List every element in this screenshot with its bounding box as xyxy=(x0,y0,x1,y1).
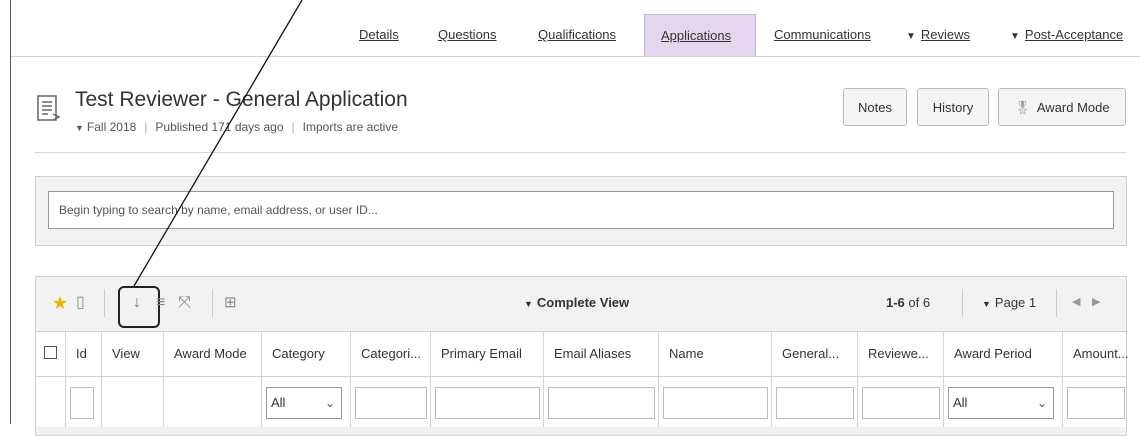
search-input[interactable] xyxy=(48,191,1114,229)
column-header[interactable]: Amount... xyxy=(1063,332,1129,376)
toolbar-separator xyxy=(962,289,963,317)
column-header-row: Id View Award Mode Category Categori... … xyxy=(36,331,1129,377)
tab-post-acceptance[interactable]: ▼ Post-Acceptance xyxy=(1010,14,1123,56)
column-header[interactable]: View xyxy=(102,332,164,376)
pager-range: 1-6 xyxy=(886,295,905,310)
toolbar-separator xyxy=(1056,289,1057,317)
filter-cell xyxy=(659,377,772,427)
tab-reviews-label: Reviews xyxy=(920,27,971,42)
select-all-checkbox[interactable] xyxy=(44,346,57,359)
window-left-border xyxy=(10,0,11,424)
tab-questions[interactable]: Questions xyxy=(438,14,497,56)
page-label: Page 1 xyxy=(994,295,1037,310)
column-header[interactable]: Reviewe... xyxy=(858,332,944,376)
caret-down-icon: ▼ xyxy=(75,123,84,133)
sidebar-toggle-icon[interactable]: ▯ xyxy=(76,293,85,313)
caret-down-icon: ▼ xyxy=(524,299,533,309)
pager-total: of 6 xyxy=(908,295,931,310)
filter-cell: All ⌄ xyxy=(944,377,1063,427)
chevron-down-icon: ⌄ xyxy=(1036,396,1047,410)
term-label: Fall 2018 xyxy=(86,120,137,134)
page-selector[interactable]: ▼ Page 1 xyxy=(982,295,1036,310)
amount-filter-input[interactable] xyxy=(1067,387,1125,419)
separator: | xyxy=(291,120,295,134)
star-icon[interactable]: ★ xyxy=(52,293,68,313)
toolbar-separator xyxy=(104,289,105,317)
reviewer-filter-input[interactable] xyxy=(862,387,940,419)
expand-icon[interactable]: ⤧ xyxy=(178,293,191,313)
column-header[interactable]: Award Period xyxy=(944,332,1063,376)
tab-qualifications[interactable]: Qualifications xyxy=(538,14,616,56)
select-all-column xyxy=(36,332,66,376)
term-selector[interactable]: ▼ Fall 2018 xyxy=(75,120,136,134)
download-arrow-icon[interactable]: ↓ xyxy=(133,293,141,313)
filter-row: All ⌄ All ⌄ xyxy=(36,377,1126,427)
name-filter-input[interactable] xyxy=(663,387,768,419)
filter-cell xyxy=(66,377,102,427)
search-panel xyxy=(35,176,1127,246)
tab-details[interactable]: Details xyxy=(359,14,399,56)
id-filter-input[interactable] xyxy=(70,387,94,419)
applications-grid: ★ ▯ ↓ ≡ ⤧ ⊞ ▼ Complete View 1-6 of 6 ▼ Pag… xyxy=(35,276,1129,436)
page-subtitle: ▼ Fall 2018 | Published 171 days ago | Import… xyxy=(75,120,398,134)
filter-cell xyxy=(858,377,944,427)
primary-email-filter-input[interactable] xyxy=(435,387,540,419)
award-mode-button[interactable]: 🎖 Award Mode xyxy=(998,88,1126,126)
next-page-icon[interactable]: ▶ xyxy=(1092,295,1100,308)
filter-cell xyxy=(431,377,544,427)
column-header[interactable]: Primary Email xyxy=(431,332,544,376)
filter-cell xyxy=(772,377,858,427)
chevron-down-icon: ⌄ xyxy=(324,396,335,410)
filter-cell: All ⌄ xyxy=(262,377,351,427)
add-columns-icon[interactable]: ⊞ xyxy=(224,293,237,313)
imports-status: Imports are active xyxy=(302,120,399,134)
tab-bar-divider xyxy=(11,56,1140,57)
column-header[interactable]: Name xyxy=(659,332,772,376)
categories-filter-input[interactable] xyxy=(355,387,427,419)
email-aliases-filter-input[interactable] xyxy=(548,387,655,419)
grid-toolbar: ★ ▯ ↓ ≡ ⤧ ⊞ ▼ Complete View 1-6 of 6 ▼ Pag… xyxy=(36,277,1126,331)
caret-down-icon: ▼ xyxy=(1010,31,1020,42)
filter-cell xyxy=(544,377,659,427)
page-title: Test Reviewer - General Application xyxy=(75,88,408,111)
filter-cell xyxy=(1063,377,1126,427)
separator: | xyxy=(144,120,148,134)
caret-down-icon: ▼ xyxy=(906,31,916,42)
tab-applications[interactable]: Applications xyxy=(644,14,756,56)
filter-cell xyxy=(164,377,262,427)
header-divider xyxy=(35,152,1127,153)
published-status: Published 171 days ago xyxy=(155,120,284,134)
category-filter-select[interactable]: All ⌄ xyxy=(266,387,342,419)
toolbar-separator xyxy=(212,289,213,317)
tab-post-acceptance-label: Post-Acceptance xyxy=(1024,27,1124,42)
filter-cell xyxy=(36,377,66,427)
column-header[interactable]: General... xyxy=(772,332,858,376)
notes-button[interactable]: Notes xyxy=(843,88,907,126)
caret-down-icon: ▼ xyxy=(982,299,991,309)
pager-info: 1-6 of 6 xyxy=(886,295,930,310)
document-icon xyxy=(37,95,61,121)
column-header[interactable]: Category xyxy=(262,332,351,376)
top-tab-bar: Details Questions Qualifications Applica… xyxy=(0,14,1140,56)
history-button[interactable]: History xyxy=(917,88,989,126)
tab-communications[interactable]: Communications xyxy=(774,14,871,56)
prev-page-icon[interactable]: ◀ xyxy=(1072,295,1080,308)
column-header[interactable]: Id xyxy=(66,332,102,376)
award-mode-label: Award Mode xyxy=(1036,100,1110,115)
filter-cell xyxy=(351,377,431,427)
award-period-filter-select[interactable]: All ⌄ xyxy=(948,387,1054,419)
filter-cell xyxy=(102,377,164,427)
column-header[interactable]: Award Mode xyxy=(164,332,262,376)
tab-reviews[interactable]: ▼ Reviews xyxy=(906,14,970,56)
award-ribbon-icon: 🎖 xyxy=(1014,100,1031,115)
column-header[interactable]: Categori... xyxy=(351,332,431,376)
list-icon[interactable]: ≡ xyxy=(156,293,165,313)
column-header[interactable]: Email Aliases xyxy=(544,332,659,376)
view-name: Complete View xyxy=(536,295,630,310)
view-selector[interactable]: ▼ Complete View xyxy=(524,295,629,310)
general-filter-input[interactable] xyxy=(776,387,854,419)
